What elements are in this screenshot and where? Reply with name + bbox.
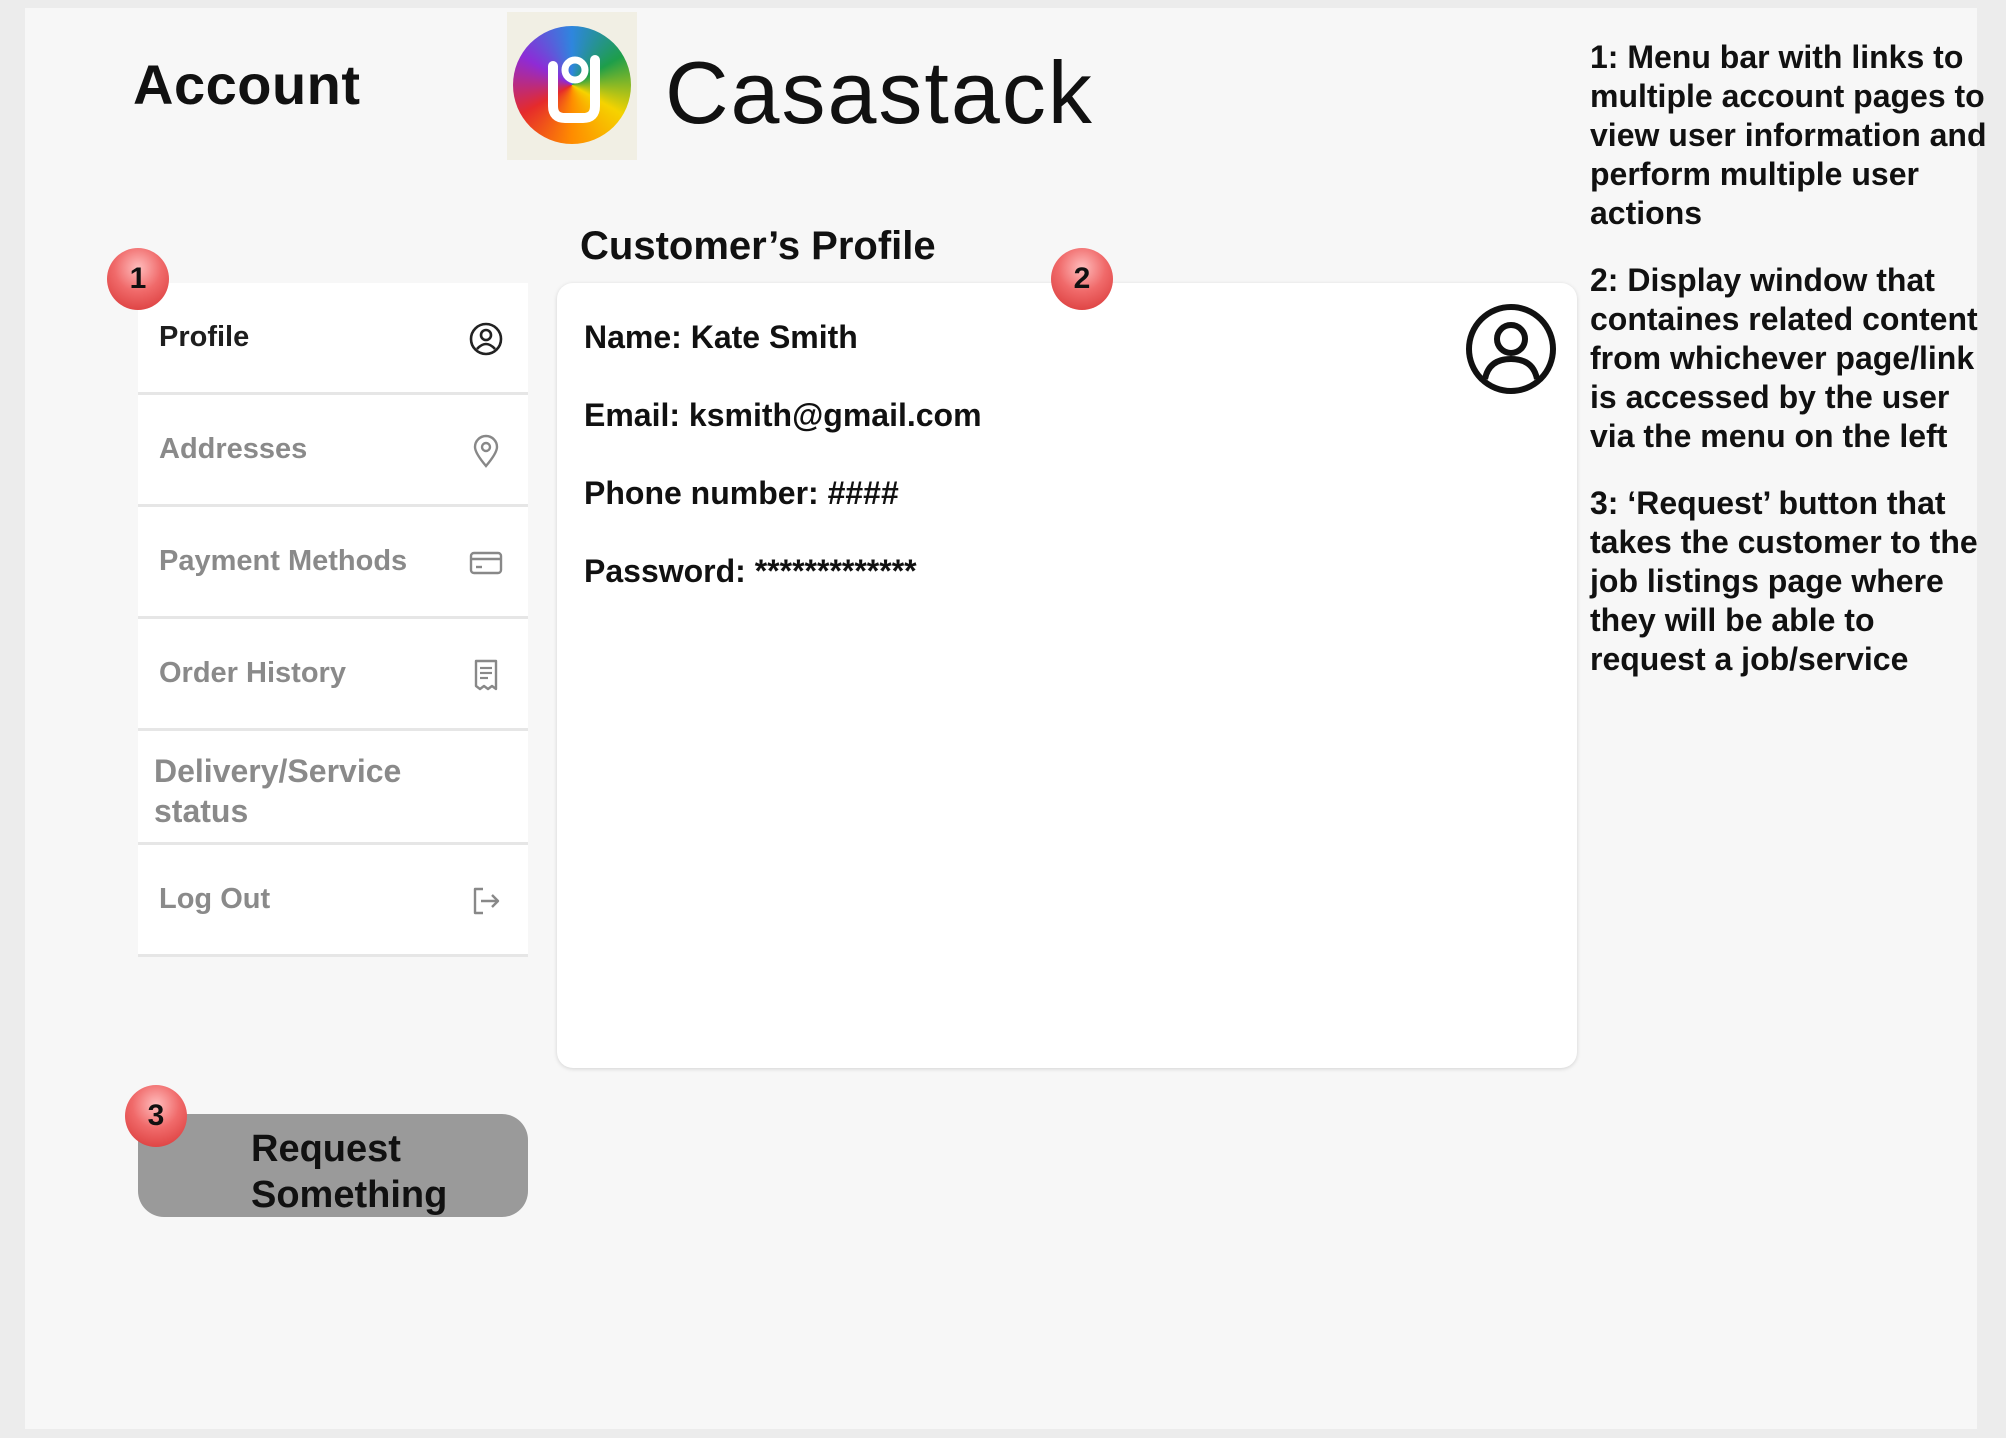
annotation-notes: 1: Menu bar with links to multiple accou… <box>1590 38 1990 707</box>
annotation-badge-3: 3 <box>125 1085 187 1147</box>
brand-name: Casastack <box>665 43 1094 142</box>
menu-item-log-out[interactable]: Log Out <box>138 845 528 957</box>
menu-item-label: Addresses <box>159 433 308 465</box>
menu-item-delivery-status[interactable]: Delivery/Service status <box>138 731 528 845</box>
menu-item-profile[interactable]: Profile <box>138 283 528 395</box>
user-avatar-icon <box>1466 304 1556 394</box>
receipt-icon <box>474 659 498 691</box>
menu-item-order-history[interactable]: Order History <box>138 619 528 731</box>
profile-panel: Name: Kate Smith Email: ksmith@gmail.com… <box>557 283 1577 1068</box>
note-2: 2: Display window that containes related… <box>1590 262 1978 454</box>
request-button-line2: Something <box>251 1174 448 1216</box>
logout-icon <box>473 887 500 915</box>
note-1: 1: Menu bar with links to multiple accou… <box>1590 39 1987 231</box>
logo-icon <box>513 26 631 144</box>
panel-title: Customer’s Profile <box>580 224 936 268</box>
canvas: Account Casastack Profile Addresses Paym… <box>25 8 1987 1429</box>
annotation-badge-2: 2 <box>1051 248 1113 310</box>
user-circle-icon <box>469 322 503 356</box>
menu-item-label: Payment Methods <box>159 545 408 577</box>
account-menu: Profile Addresses Payment Methods Order … <box>138 283 528 957</box>
menu-item-label: Log Out <box>159 883 271 915</box>
menu-item-addresses[interactable]: Addresses <box>138 395 528 507</box>
request-something-button[interactable]: Request Something <box>138 1114 528 1217</box>
annotation-badge-1: 1 <box>107 248 169 310</box>
menu-item-payment-methods[interactable]: Payment Methods <box>138 507 528 619</box>
profile-name: Name: Kate Smith <box>584 319 858 355</box>
profile-password: Password: ************* <box>584 553 917 589</box>
location-pin-icon <box>473 434 499 468</box>
brand-logo[interactable] <box>507 12 637 160</box>
request-button-line1: Request <box>251 1128 401 1170</box>
page-title: Account <box>133 53 361 116</box>
note-3: 3: ‘Request’ button that takes the custo… <box>1590 485 1978 677</box>
menu-item-label: Delivery/Service status <box>154 753 402 829</box>
menu-item-label: Profile <box>159 321 250 353</box>
credit-card-icon <box>469 551 503 575</box>
profile-email: Email: ksmith@gmail.com <box>584 397 982 433</box>
profile-phone: Phone number: #### <box>584 475 899 511</box>
menu-item-label: Order History <box>159 657 346 689</box>
